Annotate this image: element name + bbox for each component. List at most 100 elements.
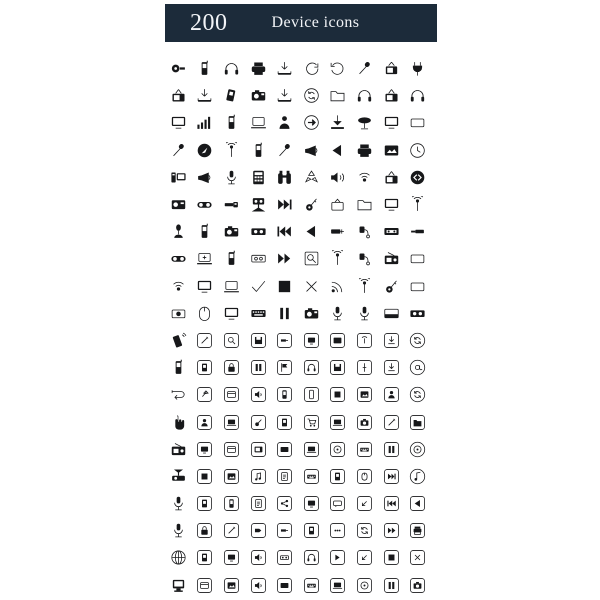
boxed-keyboard-icon[interactable]: [351, 436, 378, 463]
boxed-skip-icon[interactable]: [378, 463, 405, 490]
boxed-battery-icon[interactable]: [325, 463, 352, 490]
image-frame-icon[interactable]: [378, 137, 405, 164]
double-arrow-circle-icon[interactable]: [404, 164, 431, 191]
boxed-headphone-icon[interactable]: [298, 354, 325, 381]
boxed-window-icon[interactable]: [218, 436, 245, 463]
boxed-stop-icon[interactable]: [192, 463, 219, 490]
download-tray-icon[interactable]: [271, 82, 298, 109]
rss-feed-icon[interactable]: [325, 273, 352, 300]
signal-bars-icon[interactable]: [192, 109, 219, 136]
boxed-arrow-icon[interactable]: [351, 544, 378, 571]
boxed-window-icon[interactable]: [218, 381, 245, 408]
empty-box-icon[interactable]: [404, 245, 431, 272]
antenna-tower-icon[interactable]: [404, 191, 431, 218]
boxed-disc-icon[interactable]: [404, 436, 431, 463]
boxed-mobile-icon[interactable]: [298, 381, 325, 408]
boxed-at-icon[interactable]: [404, 354, 431, 381]
boxed-flag-icon[interactable]: [271, 354, 298, 381]
usb-plug-icon[interactable]: [218, 191, 245, 218]
folder-icon[interactable]: [351, 191, 378, 218]
boxed-monitor-icon[interactable]: [298, 490, 325, 517]
game-controller-icon[interactable]: [192, 191, 219, 218]
boxed-dots-icon[interactable]: [325, 517, 352, 544]
boxed-save-icon[interactable]: [325, 354, 352, 381]
boxed-plug-icon[interactable]: [271, 327, 298, 354]
boxed-play-icon[interactable]: [325, 544, 352, 571]
television-icon[interactable]: [378, 55, 405, 82]
boxed-screen-icon[interactable]: [271, 572, 298, 599]
microphone-stand-icon[interactable]: [351, 300, 378, 327]
satellite-dish-icon[interactable]: [351, 109, 378, 136]
fast-forward-end-icon[interactable]: [271, 191, 298, 218]
boxed-monitor-icon[interactable]: [218, 544, 245, 571]
fast-forward-icon[interactable]: [271, 245, 298, 272]
boxed-search-icon[interactable]: [218, 327, 245, 354]
rewind-start-icon[interactable]: [271, 218, 298, 245]
boxed-disc-icon[interactable]: [351, 572, 378, 599]
download-tray-icon[interactable]: [271, 55, 298, 82]
megaphone-icon[interactable]: [192, 164, 219, 191]
wifi-signal-icon[interactable]: [351, 164, 378, 191]
empty-box-icon[interactable]: [404, 109, 431, 136]
headphones-icon[interactable]: [351, 82, 378, 109]
pointing-hand-icon[interactable]: [165, 408, 192, 435]
binoculars-icon[interactable]: [271, 164, 298, 191]
boxed-refresh-icon[interactable]: [351, 517, 378, 544]
boxed-monitor-icon[interactable]: [298, 327, 325, 354]
boxed-speaker-icon[interactable]: [245, 572, 272, 599]
microphone-stick-icon[interactable]: [271, 137, 298, 164]
boxed-headphone-icon[interactable]: [298, 544, 325, 571]
boxed-music-icon[interactable]: [245, 463, 272, 490]
search-document-icon[interactable]: [298, 245, 325, 272]
boxed-pen-icon[interactable]: [218, 517, 245, 544]
monitor-icon[interactable]: [192, 273, 219, 300]
boxed-image-icon[interactable]: [218, 572, 245, 599]
laptop-icon[interactable]: [218, 273, 245, 300]
boxed-play-left-icon[interactable]: [404, 490, 431, 517]
boxed-laptop-icon[interactable]: [298, 436, 325, 463]
keyboard-icon[interactable]: [245, 300, 272, 327]
speaker-volume-icon[interactable]: [325, 164, 352, 191]
monitor-icon[interactable]: [165, 109, 192, 136]
empty-box-icon[interactable]: [404, 273, 431, 300]
microphone-stick-icon[interactable]: [165, 137, 192, 164]
boxed-cassette-icon[interactable]: [271, 544, 298, 571]
boxed-pause-icon[interactable]: [378, 436, 405, 463]
boxed-pause-icon[interactable]: [378, 572, 405, 599]
boxed-camera-icon[interactable]: [404, 572, 431, 599]
cassette-icon[interactable]: [378, 218, 405, 245]
boxed-stop-icon[interactable]: [378, 544, 405, 571]
camera-icon[interactable]: [245, 82, 272, 109]
boxed-lock-icon[interactable]: [192, 517, 219, 544]
webcam-icon[interactable]: [165, 55, 192, 82]
boxed-battery-icon[interactable]: [298, 517, 325, 544]
power-plug-icon[interactable]: [404, 55, 431, 82]
plug-cable-icon[interactable]: [351, 245, 378, 272]
boxed-mouse-icon[interactable]: [351, 463, 378, 490]
boxed-arrow-icon[interactable]: [351, 490, 378, 517]
mobile-phone-icon[interactable]: [218, 109, 245, 136]
boxed-refresh-icon[interactable]: [404, 327, 431, 354]
boxed-laptop-icon[interactable]: [325, 408, 352, 435]
boxed-pin-icon[interactable]: [351, 354, 378, 381]
projector-icon[interactable]: [165, 463, 192, 490]
headphones-icon[interactable]: [218, 55, 245, 82]
scanner-icon[interactable]: [378, 300, 405, 327]
boxed-refresh-icon[interactable]: [404, 381, 431, 408]
mobile-phone-icon[interactable]: [165, 354, 192, 381]
boxed-cart-icon[interactable]: [298, 408, 325, 435]
boxed-rocket-icon[interactable]: [192, 381, 219, 408]
camera-icon[interactable]: [218, 218, 245, 245]
usb-stick-icon[interactable]: [404, 218, 431, 245]
boxed-speaker-icon[interactable]: [245, 381, 272, 408]
usb-connector-icon[interactable]: [325, 218, 352, 245]
monitor-icon[interactable]: [378, 191, 405, 218]
mobile-phone-icon[interactable]: [218, 245, 245, 272]
pause-icon[interactable]: [271, 300, 298, 327]
plug-cable-icon[interactable]: [351, 218, 378, 245]
boxed-music-note-icon[interactable]: [404, 463, 431, 490]
radio-icon[interactable]: [165, 436, 192, 463]
microphone-stand-icon[interactable]: [165, 490, 192, 517]
video-tape-icon[interactable]: [404, 300, 431, 327]
tv-antenna-icon[interactable]: [378, 82, 405, 109]
